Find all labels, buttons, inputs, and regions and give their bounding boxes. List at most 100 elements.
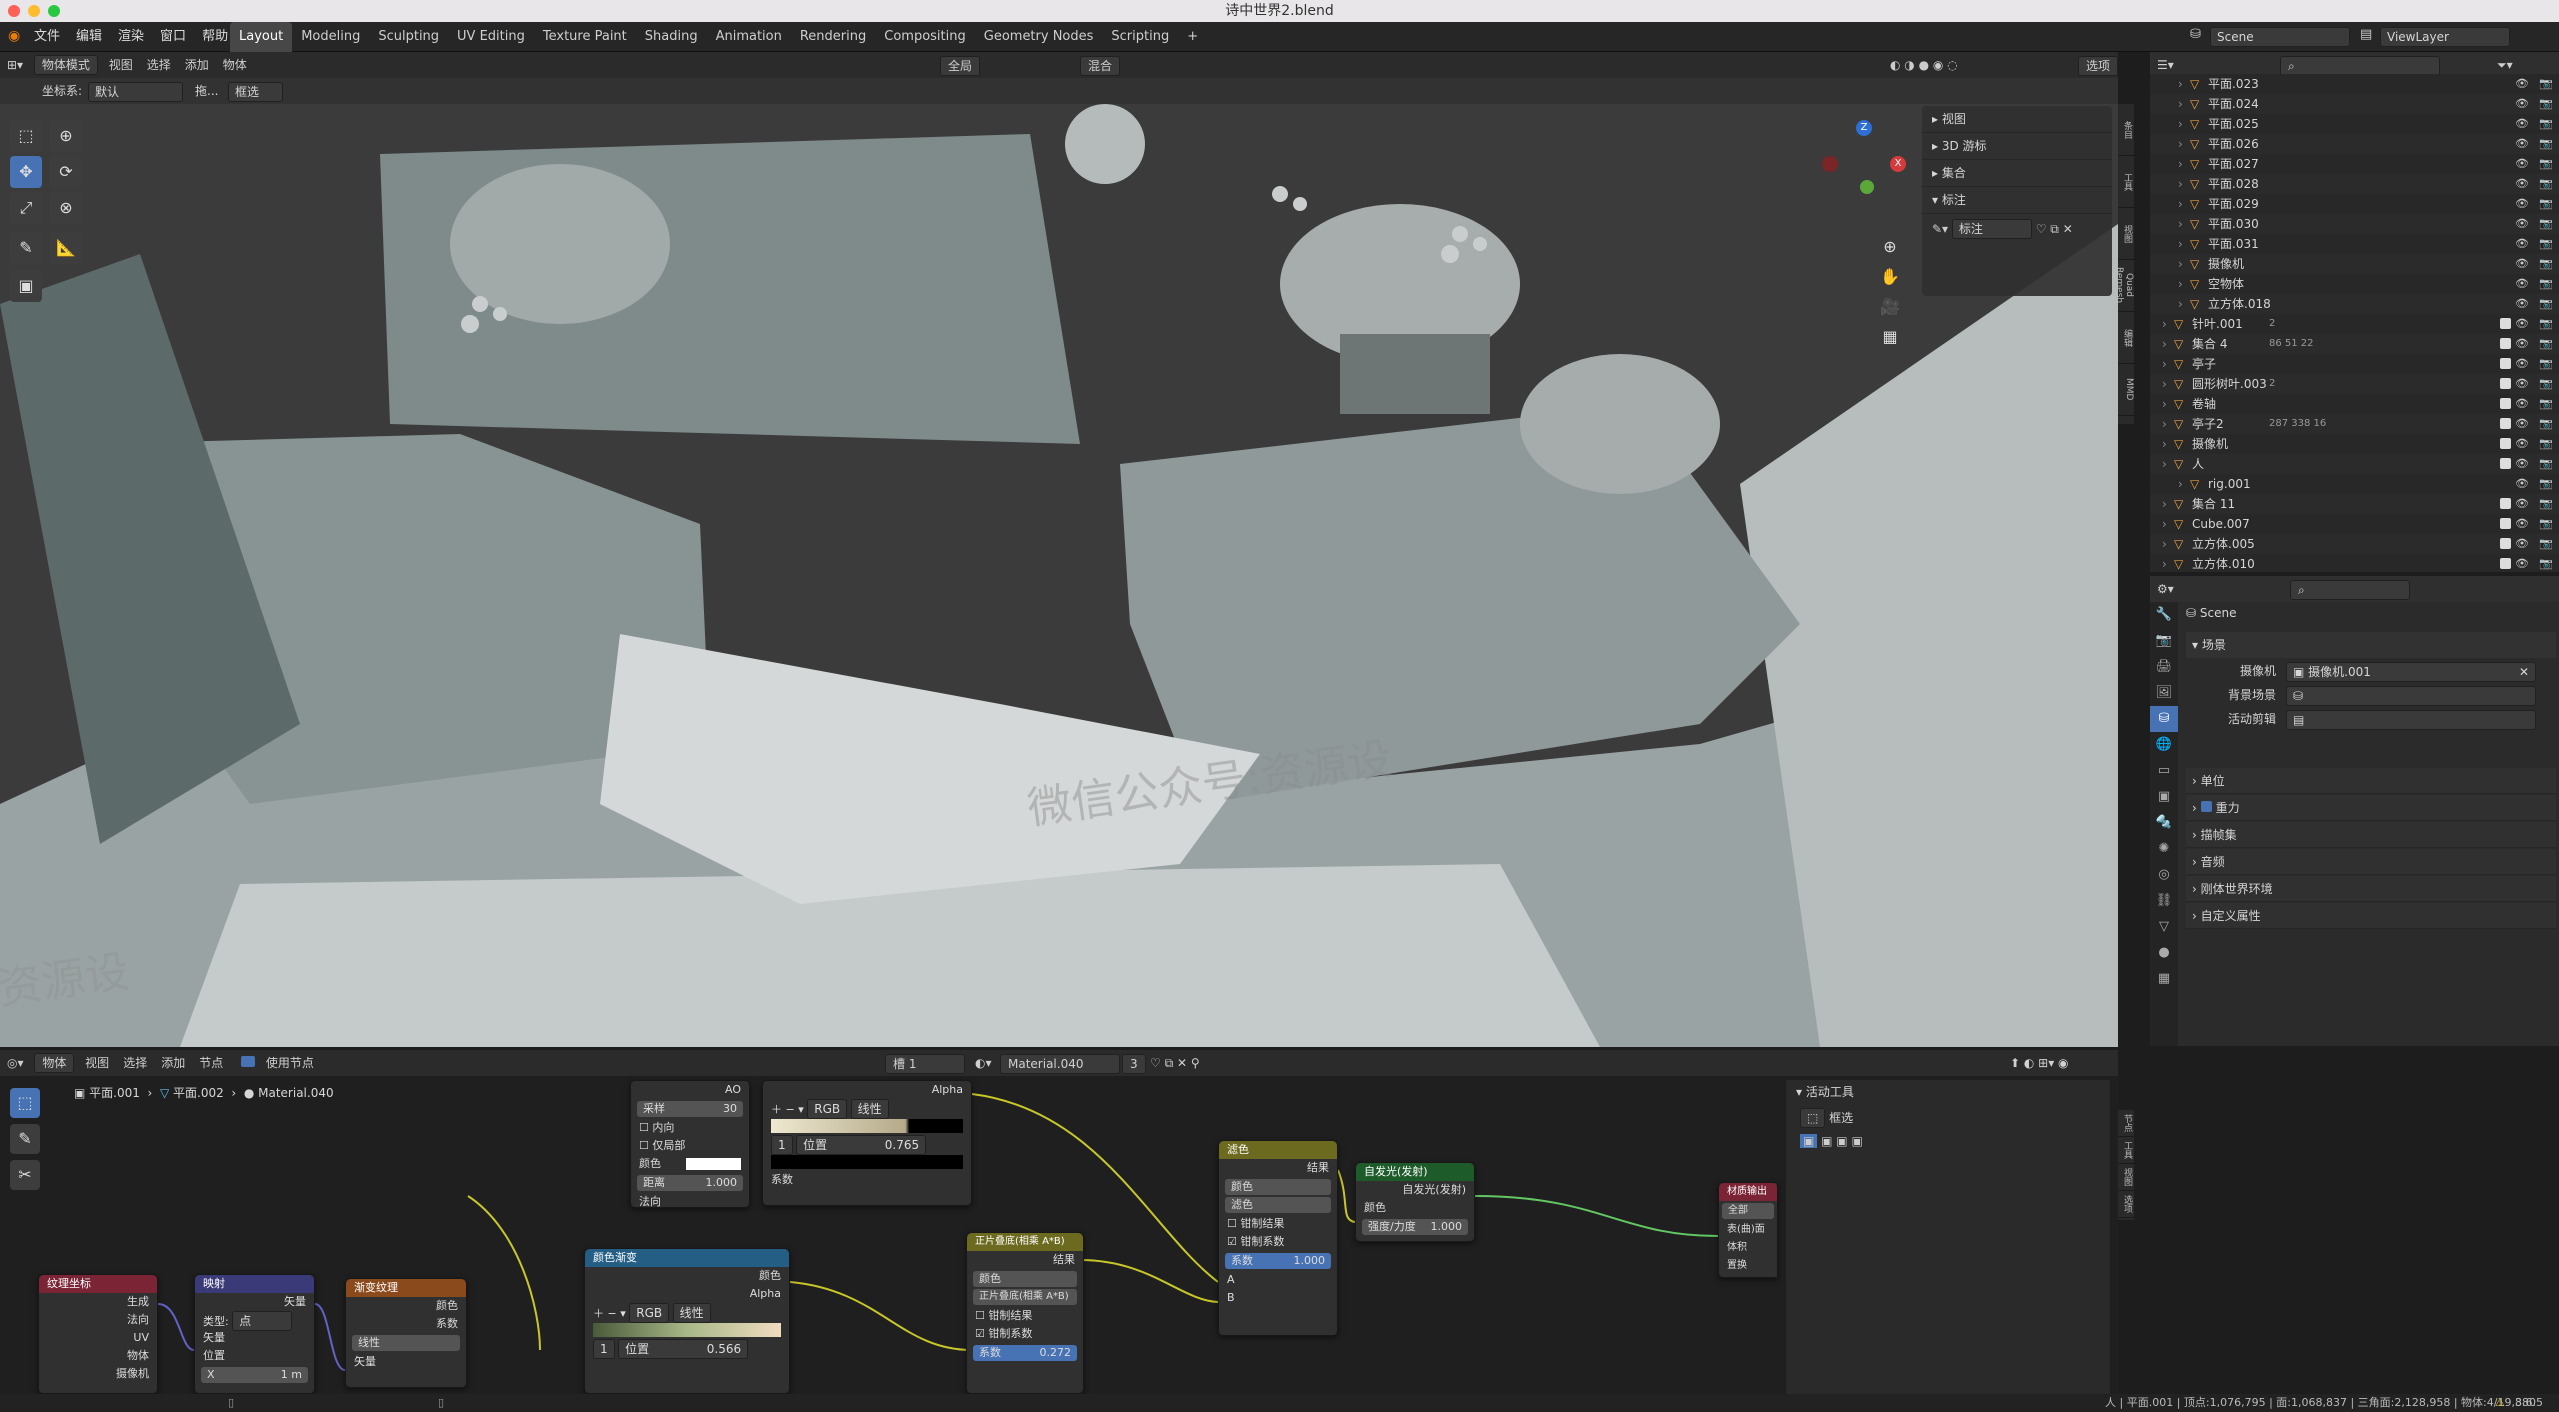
outliner-row[interactable]: › ▽ Cube.007 👁 📷 <box>2150 514 2559 534</box>
render-camera-icon[interactable]: 📷 <box>2539 494 2553 514</box>
outliner-row[interactable]: › ▽ 卷轴 👁 📷 <box>2150 394 2559 414</box>
outliner-row[interactable]: › ▽ 立方体.010 👁 📷 <box>2150 554 2559 572</box>
editor-type-icon[interactable]: ⊞▾ <box>0 52 30 78</box>
workspace-tab-0[interactable]: Layout <box>230 22 293 52</box>
npanel-section-annotation[interactable]: ▾ 标注 <box>1922 187 2112 214</box>
npanel-section-3d-cursor[interactable]: ▸ 3D 游标 <box>1922 133 2112 160</box>
texture-tab-icon[interactable]: ▦ <box>2150 966 2178 992</box>
coord-system-dropdown[interactable]: 默认 <box>88 82 183 102</box>
collection-tab-icon[interactable]: ▭ <box>2150 758 2178 784</box>
expand-arrow-icon[interactable]: › <box>2178 234 2183 254</box>
properties-section-3[interactable]: › 音频 <box>2186 849 2556 875</box>
ramp1-mode-dropdown[interactable]: RGB <box>807 1099 848 1119</box>
active-tool-header[interactable]: ▾ 活动工具 <box>1786 1080 2110 1104</box>
expand-arrow-icon[interactable]: › <box>2162 354 2167 374</box>
visibility-eye-icon[interactable]: 👁 <box>2515 174 2529 194</box>
expand-arrow-icon[interactable]: › <box>2178 74 2183 94</box>
render-camera-icon[interactable]: 📷 <box>2539 254 2553 274</box>
ramp1-stop-index[interactable]: 1 <box>771 1135 793 1155</box>
viewport-menu-2[interactable]: 添加 <box>178 52 216 78</box>
outliner-row[interactable]: › ▽ rig.001 👁 📷 <box>2150 474 2559 494</box>
ramp1-stop-color[interactable] <box>771 1155 963 1169</box>
mapping-type-dropdown[interactable]: 点 <box>232 1311 293 1331</box>
render-camera-icon[interactable]: 📷 <box>2539 454 2553 474</box>
render-camera-icon[interactable]: 📷 <box>2539 474 2553 494</box>
gradient-type-dropdown[interactable]: 线性 <box>352 1335 460 1351</box>
view-layer-tab-icon[interactable]: 🖼 <box>2150 680 2178 706</box>
netabs-tab-1[interactable]: 工具 <box>2118 1137 2134 1164</box>
render-camera-icon[interactable]: 📷 <box>2539 194 2553 214</box>
visibility-eye-icon[interactable]: 👁 <box>2515 254 2529 274</box>
outliner-row[interactable]: › ▽ 摄像机 👁 📷 <box>2150 254 2559 274</box>
outliner-row[interactable]: › ▽ 空物体 👁 📷 <box>2150 274 2559 294</box>
ramp2-stop-index[interactable]: 1 <box>593 1339 615 1359</box>
workspace-tab-6[interactable]: Animation <box>707 22 791 52</box>
transform-orientation-dropdown[interactable]: 全局 <box>940 56 981 76</box>
options-button[interactable]: 选项 <box>2078 56 2118 76</box>
viewport-nav-buttons[interactable]: ⊕ ✋ 🎥 ▦ <box>1878 232 1902 352</box>
expand-arrow-icon[interactable]: › <box>2162 534 2167 554</box>
visibility-eye-icon[interactable]: 👁 <box>2515 94 2529 114</box>
expand-arrow-icon[interactable]: › <box>2162 494 2167 514</box>
zoom-window-button[interactable] <box>48 5 60 17</box>
collection-include-checkbox[interactable] <box>2500 358 2511 369</box>
vptabs-tab-3[interactable]: Quad Remesh <box>2118 260 2134 312</box>
menu-1[interactable]: 编辑 <box>68 22 110 52</box>
mix1-factor-field[interactable]: 系数 0.272 <box>973 1345 1077 1361</box>
scale-tool[interactable]: ⤢ <box>10 192 42 224</box>
measure-tool[interactable]: 📐 <box>50 232 82 264</box>
ramp1-position-field[interactable]: 位置 0.765 <box>796 1135 927 1155</box>
render-camera-icon[interactable]: 📷 <box>2539 414 2553 434</box>
expand-arrow-icon[interactable]: › <box>2178 194 2183 214</box>
expand-arrow-icon[interactable]: › <box>2162 554 2167 572</box>
viewport-menu-0[interactable]: 视图 <box>102 52 140 78</box>
collection-include-checkbox[interactable] <box>2500 438 2511 449</box>
npanel-section-view[interactable]: ▸ 视图 <box>1922 106 2112 133</box>
pan-hand-icon[interactable]: ✋ <box>1878 262 1902 292</box>
mix2-clamp-result-checkbox[interactable]: ☐ 钳制结果 <box>1219 1215 1337 1233</box>
mix2-data-type-dropdown[interactable]: 颜色 <box>1225 1179 1331 1195</box>
workspace-tab-3[interactable]: UV Editing <box>448 22 534 52</box>
visibility-eye-icon[interactable]: 👁 <box>2515 134 2529 154</box>
mix1-blend-dropdown[interactable]: 正片叠底(相乘 A*B) <box>973 1289 1077 1305</box>
object-tab-icon[interactable]: ▣ <box>2150 784 2178 810</box>
scene-panel-header[interactable]: ▾ 场景 <box>2186 632 2556 658</box>
node-color-ramp-2[interactable]: 颜色渐变 颜色 Alpha ＋ − ▾ RGB 线性 1 位置 0.566 <box>584 1248 790 1394</box>
background-scene-field[interactable]: ⛁ <box>2286 686 2536 706</box>
output-tab-icon[interactable]: 🖨 <box>2150 654 2178 680</box>
expand-arrow-icon[interactable]: › <box>2178 294 2183 314</box>
ramp1-interp-dropdown[interactable]: 线性 <box>850 1099 889 1119</box>
viewport-shading-icons[interactable]: ◐ ◑ ● ◉ ◌ <box>1890 52 1958 78</box>
constraints-tab-icon[interactable]: ⛓ <box>2150 888 2178 914</box>
ao-distance-field[interactable]: 距离 1.000 <box>637 1175 743 1191</box>
outliner-row[interactable]: › ▽ 立方体.005 👁 📷 <box>2150 534 2559 554</box>
close-window-button[interactable] <box>8 5 20 17</box>
visibility-eye-icon[interactable]: 👁 <box>2515 234 2529 254</box>
render-camera-icon[interactable]: 📷 <box>2539 514 2553 534</box>
visibility-eye-icon[interactable]: 👁 <box>2515 554 2529 572</box>
mix1-data-type-dropdown[interactable]: 颜色 <box>973 1271 1077 1287</box>
visibility-eye-icon[interactable]: 👁 <box>2515 274 2529 294</box>
outliner-row[interactable]: › ▽ 亭子2 287 338 16 👁 📷 <box>2150 414 2559 434</box>
workspace-tab-1[interactable]: Modeling <box>292 22 369 52</box>
visibility-eye-icon[interactable]: 👁 <box>2515 534 2529 554</box>
ramp2-interp-dropdown[interactable]: 线性 <box>672 1303 711 1323</box>
render-camera-icon[interactable]: 📷 <box>2539 314 2553 334</box>
ramp2-gradient-bar[interactable] <box>593 1323 781 1337</box>
outliner-row[interactable]: › ▽ 平面.028 👁 📷 <box>2150 174 2559 194</box>
outliner-search[interactable]: ⌕ <box>2280 56 2440 76</box>
visibility-eye-icon[interactable]: 👁 <box>2515 454 2529 474</box>
visibility-eye-icon[interactable]: 👁 <box>2515 414 2529 434</box>
ao-samples-field[interactable]: 采样 30 <box>637 1101 743 1117</box>
outliner-row[interactable]: › ▽ 平面.023 👁 📷 <box>2150 74 2559 94</box>
navigation-gizmo[interactable]: Z X <box>1820 118 1910 208</box>
active-tool-icon[interactable]: ⬚ <box>1800 1108 1826 1128</box>
expand-arrow-icon[interactable]: › <box>2178 174 2183 194</box>
render-camera-icon[interactable]: 📷 <box>2539 234 2553 254</box>
visibility-eye-icon[interactable]: 👁 <box>2515 114 2529 134</box>
visibility-eye-icon[interactable]: 👁 <box>2515 214 2529 234</box>
outliner-row[interactable]: › ▽ 平面.030 👁 📷 <box>2150 214 2559 234</box>
visibility-eye-icon[interactable]: 👁 <box>2515 294 2529 314</box>
npanel-section-collection[interactable]: ▸ 集合 <box>1922 160 2112 187</box>
expand-arrow-icon[interactable]: › <box>2178 214 2183 234</box>
